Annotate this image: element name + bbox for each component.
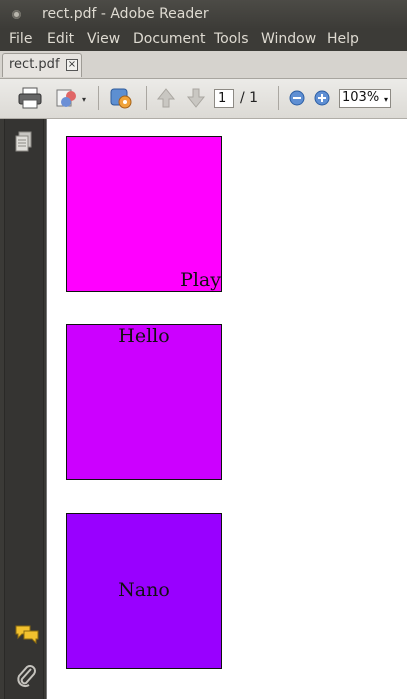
prev-page-icon[interactable] [156,86,176,110]
menu-window[interactable]: Window [261,31,316,47]
menu-tools[interactable]: Tools [214,31,249,47]
attachment-icon[interactable] [15,664,37,688]
toolbar-divider [146,86,147,110]
menu-view[interactable]: View [87,31,120,47]
adobe-reader-window: rect.pdf - Adobe Reader File Edit View D… [0,0,407,699]
zoom-select[interactable]: 103% ▾ [339,89,391,108]
menu-file[interactable]: File [9,31,32,47]
window-close-icon[interactable] [12,10,21,19]
document-area[interactable]: Play Hello Nano [46,119,407,699]
violet-rectangle: Nano [66,513,222,669]
zoom-value: 103% [342,90,380,105]
pages-icon[interactable] [15,131,33,153]
rect-label-play: Play [180,269,221,291]
navigation-pane-inner [4,119,44,699]
toolbar-divider [98,86,99,110]
purple-rectangle: Hello [66,324,222,480]
magenta-rectangle: Play [66,136,222,292]
zoom-in-icon[interactable] [313,86,331,110]
page-number-input[interactable] [214,89,234,108]
menu-bar: File Edit View Document Tools Window Hel… [0,29,407,51]
menu-edit[interactable]: Edit [47,31,74,47]
share-icon[interactable] [54,86,80,110]
next-page-icon[interactable] [186,86,206,110]
navigation-pane [0,119,46,699]
chevron-down-icon: ▾ [383,95,388,104]
menu-help[interactable]: Help [327,31,359,47]
title-bar: rect.pdf - Adobe Reader [0,0,407,29]
zoom-out-icon[interactable] [288,86,306,110]
tab-close-icon[interactable]: × [66,59,78,71]
rect-label-hello: Hello [118,325,170,347]
window-title: rect.pdf - Adobe Reader [42,6,209,22]
tab-label: rect.pdf [9,57,60,72]
share-dropdown-icon[interactable]: ▾ [82,95,86,104]
settings-icon[interactable] [108,86,134,110]
rect-label-nano: Nano [118,579,170,601]
tab-rect-pdf[interactable]: rect.pdf × [2,53,82,77]
page-total: / 1 [240,90,259,106]
menu-document[interactable]: Document [133,31,206,47]
printer-icon[interactable] [17,86,43,110]
comments-icon[interactable] [15,624,39,644]
toolbar-divider [278,86,279,110]
tab-strip: rect.pdf × [0,51,407,79]
